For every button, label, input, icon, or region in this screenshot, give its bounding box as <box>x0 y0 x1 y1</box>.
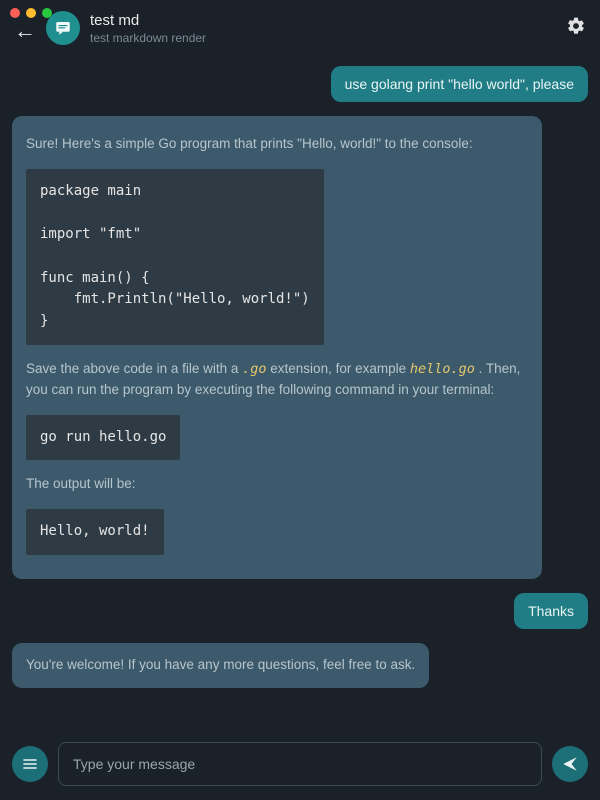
bot-text: Save the above code in a file with a .go… <box>26 359 528 401</box>
text-fragment: extension, for example <box>267 361 410 376</box>
message-text: use golang print "hello world", please <box>345 76 574 92</box>
menu-button[interactable] <box>12 746 48 782</box>
input-bar <box>0 742 600 786</box>
header: ← test md test markdown render <box>0 0 600 56</box>
message-text: Thanks <box>528 603 574 619</box>
bot-message: You're welcome! If you have any more que… <box>12 643 429 688</box>
send-button[interactable] <box>552 746 588 782</box>
chat-scroll[interactable]: use golang print "hello world", please S… <box>0 56 600 800</box>
window-controls[interactable] <box>10 8 52 18</box>
code-block: Hello, world! <box>26 509 164 555</box>
menu-icon <box>22 756 38 772</box>
send-icon <box>561 755 579 773</box>
bot-message: Sure! Here's a simple Go program that pr… <box>12 116 542 579</box>
back-icon[interactable]: ← <box>14 18 36 44</box>
bot-text: The output will be: <box>26 474 528 495</box>
min-dot[interactable] <box>26 8 36 18</box>
message-input[interactable] <box>58 742 542 786</box>
message-text: You're welcome! If you have any more que… <box>26 657 415 672</box>
chat-icon <box>54 19 72 37</box>
text-fragment: Save the above code in a file with a <box>26 361 242 376</box>
user-message: use golang print "hello world", please <box>331 66 588 102</box>
chat-subtitle: test markdown render <box>90 31 556 45</box>
close-dot[interactable] <box>10 8 20 18</box>
avatar[interactable] <box>46 11 80 45</box>
inline-code: hello.go <box>410 361 475 377</box>
user-message: Thanks <box>514 593 588 629</box>
inline-code: .go <box>242 361 266 377</box>
code-block: package main import "fmt" func main() { … <box>26 169 324 345</box>
gear-icon[interactable] <box>566 16 586 41</box>
chat-title: test md <box>90 12 556 29</box>
bot-intro: Sure! Here's a simple Go program that pr… <box>26 134 528 155</box>
code-block: go run hello.go <box>26 415 180 461</box>
